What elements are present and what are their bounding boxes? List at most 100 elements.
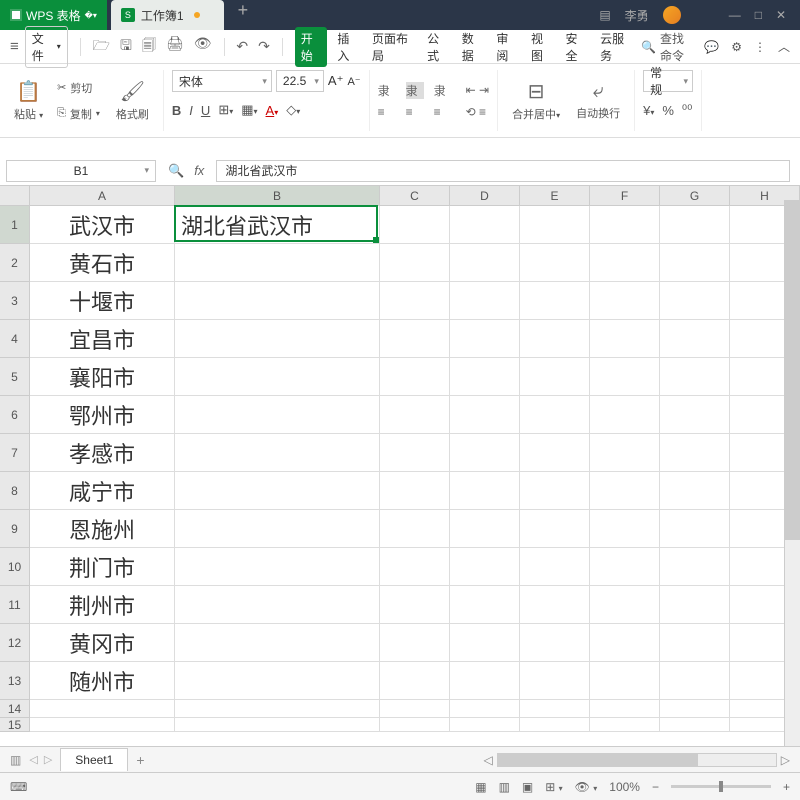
name-box[interactable]: B1 xyxy=(6,160,156,182)
cell[interactable] xyxy=(660,548,730,586)
maximize-button[interactable]: □ xyxy=(755,8,762,22)
cell[interactable]: 襄阳市 xyxy=(30,358,175,396)
cell[interactable] xyxy=(450,472,520,510)
decrease-indent-icon[interactable]: ⇤ ⇥ xyxy=(466,83,489,97)
column-header[interactable]: B xyxy=(175,186,380,205)
saveas-icon[interactable]: 🗐 xyxy=(142,35,156,59)
cell[interactable] xyxy=(380,718,450,732)
cell[interactable] xyxy=(590,320,660,358)
cell[interactable] xyxy=(450,396,520,434)
wrap-text-button[interactable]: ⤶ 自动换行 xyxy=(570,76,626,125)
cell[interactable] xyxy=(520,358,590,396)
row-header[interactable]: 4 xyxy=(0,320,30,358)
cell[interactable] xyxy=(30,700,175,718)
cell[interactable] xyxy=(380,510,450,548)
cell[interactable] xyxy=(660,510,730,548)
row-header[interactable]: 3 xyxy=(0,282,30,320)
cell[interactable] xyxy=(590,718,660,732)
cell[interactable] xyxy=(175,472,380,510)
align-left-icon[interactable]: ≡ xyxy=(378,105,396,119)
cell[interactable] xyxy=(175,282,380,320)
sheet-nav-prev[interactable]: ◁ xyxy=(29,753,37,766)
align-top-icon[interactable]: ⾪ xyxy=(378,82,396,99)
row-header[interactable]: 9 xyxy=(0,510,30,548)
sheet-tab[interactable]: Sheet1 xyxy=(60,748,128,771)
comma-icon[interactable]: ⁰⁰ xyxy=(682,102,692,118)
cell[interactable] xyxy=(660,662,730,700)
fill-color-button[interactable]: ▦▾ xyxy=(241,102,257,118)
cell[interactable] xyxy=(660,624,730,662)
font-color-button[interactable]: A▾ xyxy=(266,103,279,118)
cell[interactable] xyxy=(590,548,660,586)
decrease-font-icon[interactable]: A⁻ xyxy=(347,75,360,88)
border-button[interactable]: ⊞▾ xyxy=(218,102,233,118)
cell[interactable] xyxy=(175,586,380,624)
increase-font-icon[interactable]: A⁺ xyxy=(328,73,344,89)
cell[interactable] xyxy=(590,206,660,244)
underline-button[interactable]: U xyxy=(201,103,210,118)
vertical-scrollbar[interactable] xyxy=(784,200,800,746)
cell[interactable]: 孝感市 xyxy=(30,434,175,472)
close-button[interactable]: ✕ xyxy=(776,8,786,22)
align-middle-icon[interactable]: ⾪ xyxy=(406,82,424,99)
copy-button[interactable]: ⎘复制 ▾ xyxy=(57,104,100,124)
cell[interactable] xyxy=(520,396,590,434)
print-icon[interactable]: 🖨 xyxy=(166,35,184,59)
align-right-icon[interactable]: ≡ xyxy=(434,105,452,119)
align-center-icon[interactable]: ≡ xyxy=(406,105,424,119)
cell[interactable] xyxy=(590,624,660,662)
cell[interactable] xyxy=(450,282,520,320)
cell[interactable] xyxy=(450,548,520,586)
column-header[interactable]: D xyxy=(450,186,520,205)
ribbon-tab-4[interactable]: 数据 xyxy=(458,27,487,67)
document-tab[interactable]: S 工作簿1 xyxy=(111,0,224,30)
cell[interactable] xyxy=(450,510,520,548)
chat-icon[interactable]: 💬 xyxy=(704,40,719,54)
clear-format-button[interactable]: ◇▾ xyxy=(286,102,300,118)
row-header[interactable]: 14 xyxy=(0,700,30,718)
cell[interactable] xyxy=(450,624,520,662)
cell[interactable]: 鄂州市 xyxy=(30,396,175,434)
format-painter-button[interactable]: 🖌 格式刷 xyxy=(110,75,155,126)
cell[interactable] xyxy=(380,320,450,358)
cell[interactable] xyxy=(380,586,450,624)
cell[interactable] xyxy=(520,320,590,358)
cell[interactable] xyxy=(590,586,660,624)
cell[interactable] xyxy=(450,662,520,700)
cell[interactable] xyxy=(520,586,590,624)
cell[interactable] xyxy=(660,282,730,320)
cell[interactable] xyxy=(660,718,730,732)
orientation-icon[interactable]: ⟲ ≡ xyxy=(466,105,489,119)
scroll-right-icon[interactable]: ▷ xyxy=(781,753,790,767)
cell[interactable]: 荆门市 xyxy=(30,548,175,586)
merge-center-button[interactable]: ⊟ 合并居中▾ xyxy=(506,75,566,126)
undo-icon[interactable]: ↶ xyxy=(236,38,248,55)
cell[interactable] xyxy=(660,206,730,244)
sheet-nav-next[interactable]: ▷ xyxy=(44,753,52,766)
cell[interactable]: 宜昌市 xyxy=(30,320,175,358)
column-header[interactable]: C xyxy=(380,186,450,205)
file-menu[interactable]: 文件 ▾ xyxy=(25,26,68,68)
cell[interactable] xyxy=(450,700,520,718)
minimize-button[interactable]: — xyxy=(729,8,741,22)
cell[interactable] xyxy=(175,662,380,700)
cell[interactable]: 恩施州 xyxy=(30,510,175,548)
cell[interactable]: 黄石市 xyxy=(30,244,175,282)
column-header[interactable]: F xyxy=(590,186,660,205)
menu-icon[interactable]: ≡ xyxy=(10,38,19,55)
avatar[interactable] xyxy=(663,6,681,24)
italic-button[interactable]: I xyxy=(189,103,193,118)
redo-icon[interactable]: ↷ xyxy=(258,38,270,55)
view-page-icon[interactable]: ▥ xyxy=(499,780,510,794)
font-family-select[interactable]: 宋体 xyxy=(172,70,272,92)
zoom-in-button[interactable]: + xyxy=(783,780,790,794)
row-header[interactable]: 12 xyxy=(0,624,30,662)
view-split-icon[interactable]: ⊞ ▾ xyxy=(545,780,562,794)
list-icon[interactable]: ▤ xyxy=(599,8,610,22)
cell[interactable] xyxy=(520,700,590,718)
cell[interactable] xyxy=(590,358,660,396)
view-normal-icon[interactable]: ▦ xyxy=(475,780,486,794)
cell[interactable]: 湖北省武汉市 xyxy=(175,206,380,244)
save-icon[interactable]: 🖫 xyxy=(120,35,132,59)
font-size-select[interactable]: 22.5 xyxy=(276,70,324,92)
